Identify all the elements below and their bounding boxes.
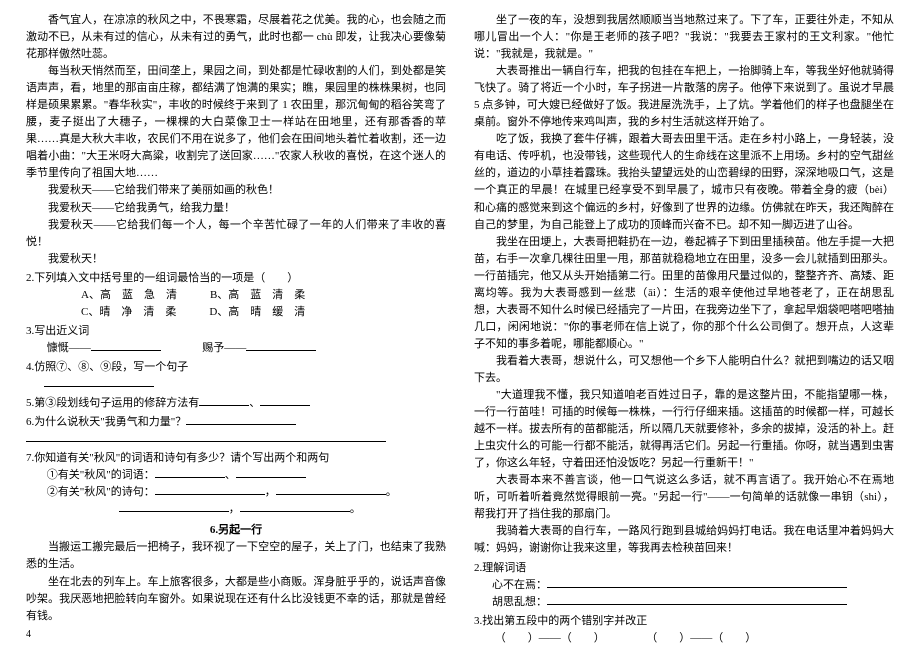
q5-text: 5.第③段划线句子运用的修辞方法有 <box>26 397 199 409</box>
page-number: 4 <box>26 627 31 643</box>
story-paragraph: 坐了一夜的车，没想到我居然顺顺当当地熬过来了。下了车，正要往外走，不知从哪儿冒出… <box>474 12 894 63</box>
question-6: 6.为什么说秋天"我勇气和力量"？ <box>26 414 446 431</box>
story-paragraph: 我坐在田埂上，大表哥把鞋扔在一边，卷起裤子下到田里插秧苗。他左手提一大把苗，右手… <box>474 234 894 353</box>
question-2-options-cd: C、晴 净 清 柔 D、高 晴 缓 清 <box>26 304 446 321</box>
fill-blank[interactable] <box>260 396 310 406</box>
fill-blank[interactable] <box>240 502 350 512</box>
fill-blank[interactable] <box>186 415 296 425</box>
fill-blank[interactable] <box>236 468 306 478</box>
body-paragraph: 我爱秋天——它给我们带来了美丽如画的秋色！ <box>26 182 446 199</box>
question-4-line <box>26 376 446 393</box>
question-3: 3.写出近义词 <box>26 323 446 340</box>
body-paragraph: 我爱秋天——它给我们每一个人，每一个辛苦忙碌了一年的人们带来了丰收的喜悦！ <box>26 217 446 251</box>
question-2: 2.下列填入文中括号里的一组词最恰当的一项是（ ） <box>26 270 446 287</box>
fill-blank[interactable] <box>155 485 265 495</box>
body-paragraph: 我爱秋天——它给我勇气，给我力量！ <box>26 200 446 217</box>
question-3-line: 慷慨—— 赐予—— <box>26 340 446 357</box>
story-paragraph: 吃了饭，我换了套牛仔裤，跟着大哥去田里干活。走在乡村小路上，一身轻装，没有电话、… <box>474 131 894 233</box>
r-question-2b: 胡思乱想： <box>474 594 894 611</box>
question-2-options-ab: A、高 蓝 急 清 B、高 蓝 清 柔 <box>26 287 446 304</box>
fill-blank[interactable] <box>276 485 386 495</box>
question-5: 5.第③段划线句子运用的修辞方法有 、 <box>26 395 446 412</box>
story-paragraph: 大表哥本来不善言谈，他一口气说这么多话，就不再言语了。我开始心不在焉地听，可听着… <box>474 472 894 523</box>
fill-blank[interactable] <box>547 578 847 588</box>
story-paragraph: 当搬运工搬完最后一把椅子，我环视了一下空空的屋子，关上了门，也结束了我熟悉的生活… <box>26 539 446 573</box>
r-question-2a: 心不在焉： <box>474 577 894 594</box>
fill-blank[interactable] <box>91 341 161 351</box>
question-7b: ②有关"秋风"的诗句：，。 <box>26 484 446 501</box>
body-paragraph: 香气宜人，在凉凉的秋风之中，不畏寒霜，尽展着花之优美。我的心，也会随之而激动不已… <box>26 12 446 63</box>
fill-blank[interactable] <box>199 396 249 406</box>
fill-blank[interactable] <box>246 341 316 351</box>
q6-text: 6.为什么说秋天"我勇气和力量"？ <box>26 416 186 428</box>
q7a-label: ①有关"秋风"的词语： <box>47 469 155 481</box>
fill-blank[interactable] <box>155 468 225 478</box>
r-question-2: 2.理解词语 <box>474 560 894 577</box>
question-7: 7.你知道有关"秋风"的词语和诗句有多少？请个写出两个和两句 <box>26 450 446 467</box>
r-q3-pair-a[interactable]: （ ）——（ ） <box>495 632 605 644</box>
fill-blank[interactable] <box>44 377 154 387</box>
fill-blank[interactable] <box>26 432 386 442</box>
q5-sep: 、 <box>249 397 260 409</box>
r-q3-pair-b[interactable]: （ ）——（ ） <box>646 632 756 644</box>
q3-label-b: 赐予—— <box>202 342 246 354</box>
story-paragraph: 大表哥推出一辆自行车，把我的包挂在车把上，一抬脚骑上车，等我坐好他就骑得飞快了。… <box>474 63 894 131</box>
q3-label-a: 慷慨—— <box>47 342 91 354</box>
story-paragraph: 坐在北去的列车上。车上旅客很多，大都是些小商贩。浑身脏乎乎的，说话声音像吵架。我… <box>26 574 446 625</box>
r-q2b-label: 胡思乱想： <box>492 596 547 608</box>
r-q2a-label: 心不在焉： <box>492 579 547 591</box>
body-paragraph: 我爱秋天！ <box>26 251 446 268</box>
body-paragraph: 每当秋天悄然而至，田间垄上，果园之间，到处都是忙碌收割的人们，到处都是笑语声声，… <box>26 63 446 182</box>
fill-blank[interactable] <box>547 595 847 605</box>
story-paragraph: 我骑着大表哥的自行车，一路风行跑到县城给妈妈打电话。我在电话里冲着妈妈大喊：妈妈… <box>474 523 894 557</box>
q7b-label: ②有关"秋风"的诗句： <box>47 486 155 498</box>
story-paragraph: 我看着大表哥，想说什么，可又想他一个乡下人能明白什么？就把到嘴边的话又咽下去。 <box>474 353 894 387</box>
r-question-3-parens: （ ）——（ ） （ ）——（ ） <box>474 630 894 647</box>
fill-blank[interactable] <box>119 502 229 512</box>
question-7a: ①有关"秋风"的词语：、 <box>26 467 446 484</box>
section-title-6: 6.另起一行 <box>26 522 446 539</box>
question-4: 4.仿照⑦、⑧、⑨段，写一个句子 <box>26 359 446 376</box>
r-question-3: 3.找出第五段中的两个错别字并改正 <box>474 613 894 630</box>
question-7b-line2: ，。 <box>26 501 446 518</box>
story-paragraph: "大道理我不懂，我只知道咱老百姓过日子，靠的是这整片田，不能指望哪一株，一行一行… <box>474 387 894 472</box>
question-6-line2 <box>26 431 446 448</box>
